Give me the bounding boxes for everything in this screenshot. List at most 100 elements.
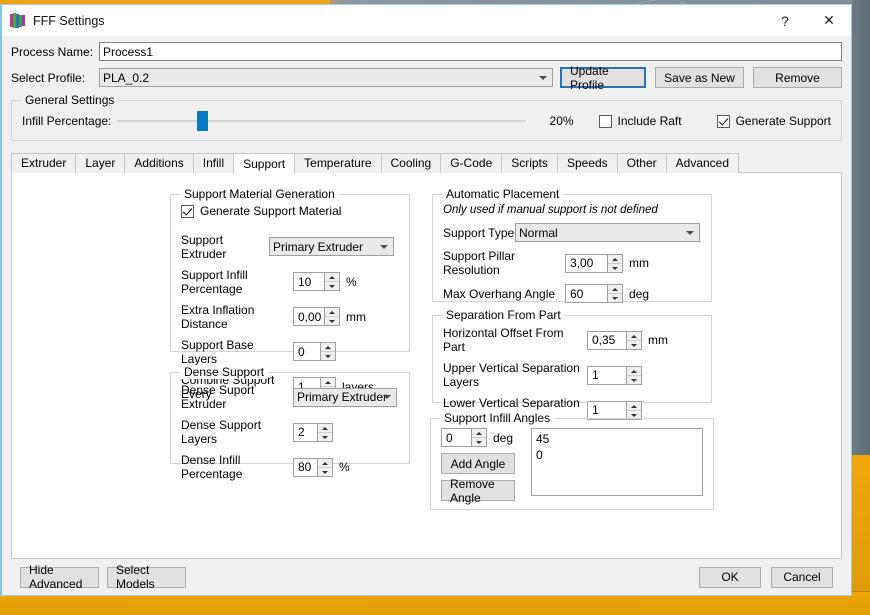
spinner-down[interactable]: [627, 376, 641, 384]
cancel-button[interactable]: Cancel: [771, 566, 833, 588]
horizontal-offset-label: Horizontal Offset From Part: [443, 326, 564, 354]
spinner-up[interactable]: [318, 459, 332, 468]
infill-percentage-value: 20%: [549, 114, 574, 128]
tab-gcode[interactable]: G-Code: [440, 153, 503, 173]
infill-percentage-slider[interactable]: [117, 111, 526, 131]
include-raft-checkbox[interactable]: Include Raft: [598, 114, 682, 128]
spinner-buttons[interactable]: [471, 429, 486, 446]
select-profile-combo[interactable]: PLA_0.2: [99, 68, 553, 87]
spinner-up[interactable]: [472, 429, 486, 438]
support-material-generation-group: Support Material Generation Generate Sup…: [170, 187, 410, 401]
spinner-buttons[interactable]: [324, 308, 339, 325]
automatic-placement-note: Only used if manual support is not defin…: [443, 204, 658, 216]
tab-additions[interactable]: Additions: [124, 153, 194, 173]
remove-button[interactable]: Remove: [753, 67, 842, 88]
max-overhang-angle-spinner[interactable]: [565, 284, 623, 303]
dense-infill-percentage-unit: %: [339, 460, 350, 474]
dense-support-layers-label: Dense Support Layers: [181, 418, 262, 446]
close-icon[interactable]: ✕: [807, 5, 851, 36]
extra-inflation-distance-label: Extra Inflation Distance: [181, 302, 255, 331]
tab-extruder[interactable]: Extruder: [11, 153, 77, 173]
spinner-down[interactable]: [472, 438, 486, 446]
spinner-down[interactable]: [608, 294, 622, 302]
spinner-buttons[interactable]: [317, 458, 332, 476]
extra-inflation-distance-spinner[interactable]: [293, 307, 340, 326]
spinner-down[interactable]: [321, 352, 335, 360]
slider-track: [117, 120, 526, 123]
spinner-buttons[interactable]: [607, 285, 622, 302]
tab-scripts[interactable]: Scripts: [501, 153, 558, 173]
tab-speeds[interactable]: Speeds: [556, 153, 618, 173]
select-models-button[interactable]: Select Models: [107, 563, 186, 591]
angle-spinner[interactable]: [441, 428, 487, 447]
select-profile-value: PLA_0.2: [103, 70, 150, 85]
generate-support-material-checkbox[interactable]: Generate Support Material: [181, 204, 341, 218]
support-infill-percentage-label: Support Infill Percentage: [181, 267, 248, 296]
select-profile-label: Select Profile:: [11, 70, 86, 85]
spinner-up[interactable]: [321, 343, 335, 352]
spinner-buttons[interactable]: [607, 254, 622, 272]
hide-advanced-button[interactable]: Hide Advanced: [20, 563, 99, 591]
tab-other[interactable]: Other: [616, 153, 667, 173]
spinner-up[interactable]: [627, 367, 641, 376]
horizontal-offset-unit: mm: [648, 333, 668, 347]
spinner-down[interactable]: [318, 433, 332, 441]
horizontal-offset-spinner[interactable]: [587, 330, 642, 350]
tab-cooling[interactable]: Cooling: [380, 153, 442, 173]
spinner-up[interactable]: [608, 255, 622, 264]
upper-vertical-spinner[interactable]: [587, 365, 642, 385]
lower-vertical-spinner[interactable]: [587, 400, 642, 420]
generate-support-checkbox[interactable]: Generate Support: [716, 114, 831, 128]
tab-support[interactable]: Support: [233, 153, 296, 174]
spinner-down[interactable]: [627, 341, 641, 349]
spinner-up[interactable]: [627, 402, 641, 411]
spinner-down[interactable]: [325, 282, 339, 290]
dense-support-extruder-row: Dense Suport Extruder Primary Extruder: [181, 383, 399, 411]
dense-infill-percentage-spinner[interactable]: [293, 457, 333, 477]
spinner-buttons[interactable]: [626, 401, 641, 419]
chevron-down-icon: [539, 75, 547, 80]
spinner-buttons[interactable]: [317, 423, 332, 441]
include-raft-label: Include Raft: [617, 114, 682, 128]
generate-support-label: Generate Support: [735, 114, 831, 128]
ok-button[interactable]: OK: [699, 566, 761, 588]
support-pillar-resolution-spinner[interactable]: [565, 253, 623, 273]
support-extruder-combo[interactable]: Primary Extruder: [269, 237, 394, 256]
dense-support-extruder-combo[interactable]: Primary Extruder: [293, 387, 397, 407]
general-settings-legend: General Settings: [21, 93, 119, 107]
spinner-down[interactable]: [325, 317, 339, 325]
spinner-buttons[interactable]: [626, 331, 641, 349]
help-button[interactable]: ?: [763, 5, 807, 36]
spinner-down[interactable]: [608, 264, 622, 272]
slider-thumb[interactable]: [196, 111, 208, 131]
spinner-up[interactable]: [325, 273, 339, 282]
spinner-up[interactable]: [325, 308, 339, 317]
tab-temperature[interactable]: Temperature: [294, 153, 382, 173]
remove-angle-button[interactable]: Remove Angle: [441, 477, 515, 505]
support-extruder-value: Primary Extruder: [273, 239, 364, 254]
spinner-buttons[interactable]: [320, 343, 335, 360]
support-type-combo[interactable]: Normal: [515, 223, 700, 242]
spinner-down[interactable]: [318, 468, 332, 476]
update-profile-button[interactable]: Update Profile: [560, 64, 646, 92]
tab-infill[interactable]: Infill: [192, 153, 235, 173]
support-infill-percentage-spinner[interactable]: [293, 272, 340, 291]
spinner-up[interactable]: [318, 424, 332, 433]
angles-listbox[interactable]: 45 0: [531, 428, 703, 496]
list-item[interactable]: 45: [536, 431, 698, 447]
spinner-buttons[interactable]: [626, 366, 641, 384]
spinner-up[interactable]: [608, 285, 622, 294]
spinner-up[interactable]: [627, 332, 641, 341]
process-name-input[interactable]: [99, 42, 842, 61]
tab-advanced[interactable]: Advanced: [665, 153, 740, 173]
save-as-new-button[interactable]: Save as New: [655, 67, 744, 88]
dense-support-layers-spinner[interactable]: [293, 422, 333, 442]
support-infill-angles-group: Support Infill Angles deg Add Angle Remo…: [430, 411, 714, 510]
tab-layer[interactable]: Layer: [75, 153, 126, 173]
add-angle-button[interactable]: Add Angle: [441, 453, 515, 474]
list-item[interactable]: 0: [536, 447, 698, 463]
spinner-buttons[interactable]: [324, 273, 339, 290]
process-name-row: Process Name:: [11, 42, 842, 61]
support-infill-percentage-row: Support Infill Percentage %: [181, 268, 399, 296]
support-base-layers-spinner[interactable]: [293, 342, 336, 361]
